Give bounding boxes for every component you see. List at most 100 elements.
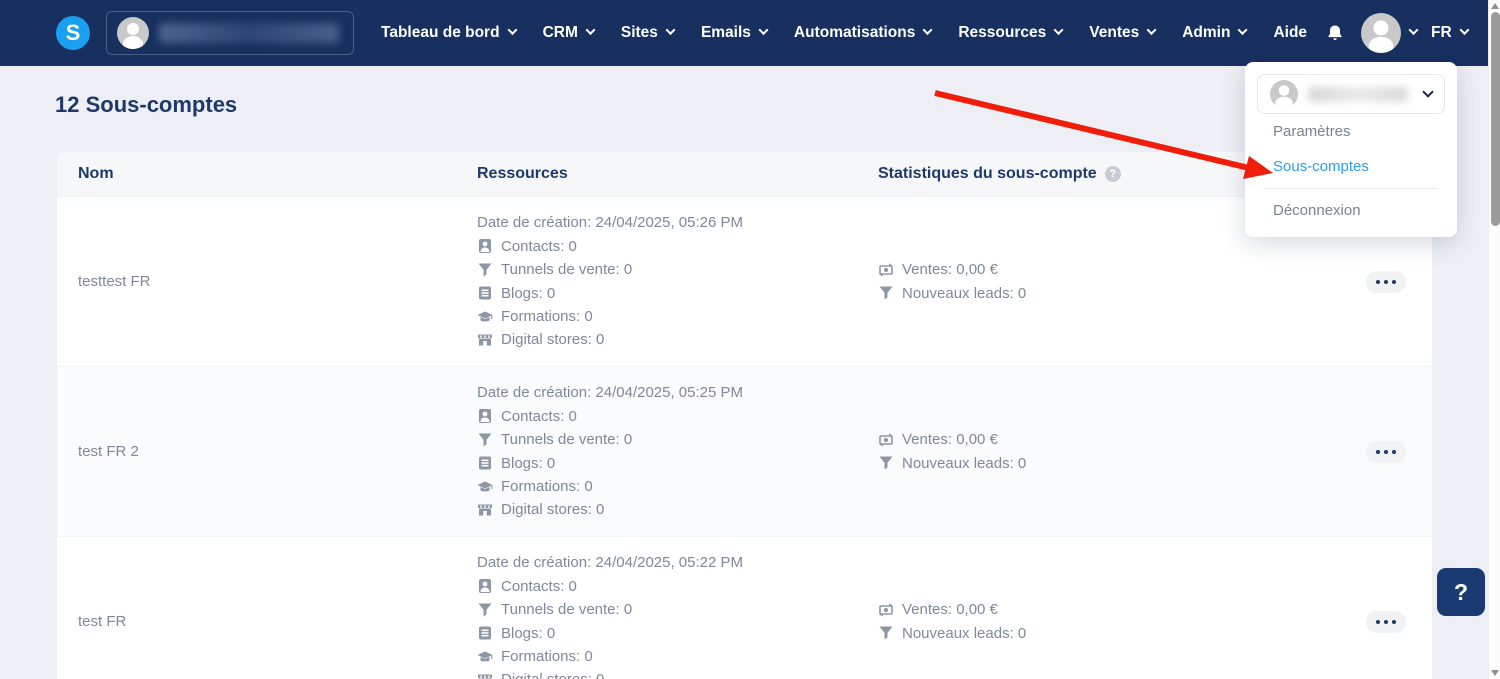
funnels-count: Tunnels de vente: 0	[501, 261, 633, 279]
blog-icon	[477, 285, 493, 301]
contacts-count: Contacts: 0	[501, 407, 577, 425]
chevron-down-icon	[665, 25, 676, 36]
row-actions-button[interactable]	[1366, 440, 1406, 463]
courses-count: Formations: 0	[501, 307, 593, 325]
nav-label: Tableau de bord	[381, 24, 500, 41]
scroll-up-arrow-icon[interactable]	[1491, 3, 1499, 9]
store-icon	[477, 672, 493, 679]
subaccounts-table: Nom Ressources Statistiques du sous-comp…	[57, 152, 1432, 679]
workspace-name-redacted	[159, 23, 339, 43]
page-title: 12 Sous-comptes	[55, 92, 238, 117]
funnel-icon	[878, 625, 894, 641]
main-nav: Tableau de bord CRM Sites Emails Automat…	[354, 13, 1470, 53]
menu-item-parametres[interactable]: Paramètres	[1245, 114, 1457, 149]
notifications-bell-icon[interactable]	[1325, 23, 1345, 43]
chevron-down-icon	[758, 25, 769, 36]
courses-count: Formations: 0	[501, 647, 593, 665]
scroll-down-arrow-icon[interactable]	[1491, 670, 1499, 676]
creation-date: Date de création: 24/04/2025, 05:22 PM	[477, 554, 744, 572]
chevron-down-icon	[922, 25, 933, 36]
nav-label: Admin	[1182, 24, 1231, 41]
stores-count: Digital stores: 0	[501, 331, 605, 349]
chevron-down-icon	[507, 25, 518, 36]
table-header-row: Nom Ressources Statistiques du sous-comp…	[57, 152, 1432, 196]
nav-emails[interactable]: Emails	[700, 24, 769, 42]
language-code: FR	[1431, 24, 1452, 41]
funnel-icon	[477, 602, 493, 618]
vertical-scrollbar[interactable]	[1488, 0, 1500, 679]
nav-aide[interactable]: Aide	[1273, 24, 1307, 42]
funnel-icon	[878, 455, 894, 471]
nav-ressources[interactable]: Ressources	[958, 24, 1064, 42]
funnels-count: Tunnels de vente: 0	[501, 601, 633, 619]
chevron-down-icon	[1238, 25, 1248, 36]
language-selector[interactable]: FR	[1431, 24, 1470, 42]
nav-label: Emails	[700, 24, 751, 41]
nav-ventes[interactable]: Ventes	[1089, 24, 1157, 42]
store-icon	[477, 332, 493, 348]
graduation-cap-icon	[477, 649, 493, 665]
money-icon	[878, 432, 894, 448]
leads-value: Nouveaux leads: 0	[902, 284, 1027, 302]
header-statistiques-label: Statistiques du sous-compte	[878, 165, 1097, 182]
chevron-down-icon	[1146, 25, 1157, 36]
subaccount-name: testtest FR	[78, 273, 151, 290]
nav-automatisations[interactable]: Automatisations	[794, 24, 933, 42]
creation-date: Date de création: 24/04/2025, 05:25 PM	[477, 384, 744, 402]
help-button[interactable]: ?	[1437, 568, 1485, 616]
nav-admin[interactable]: Admin	[1182, 24, 1248, 42]
user-menu-trigger[interactable]	[1361, 13, 1419, 53]
funnels-count: Tunnels de vente: 0	[501, 431, 633, 449]
graduation-cap-icon	[477, 309, 493, 325]
workspace-avatar-icon	[117, 17, 149, 49]
money-icon	[878, 602, 894, 618]
blogs-count: Blogs: 0	[501, 454, 556, 472]
nav-label: Ventes	[1089, 24, 1140, 41]
contacts-count: Contacts: 0	[501, 237, 577, 255]
nav-sites[interactable]: Sites	[621, 24, 676, 42]
creation-date: Date de création: 24/04/2025, 05:26 PM	[477, 214, 744, 232]
header-ressources: Ressources	[477, 165, 568, 182]
subaccount-name: test FR	[78, 613, 127, 630]
blog-icon	[477, 625, 493, 641]
sales-value: Ventes: 0,00 €	[902, 261, 998, 279]
table-row: test FR 2 Date de création: 24/04/2025, …	[57, 366, 1432, 536]
header-nom: Nom	[78, 165, 114, 182]
systeme-logo[interactable]: S	[56, 16, 90, 50]
user-avatar-icon	[1361, 13, 1402, 53]
user-dropdown-menu: Paramètres Sous-comptes Déconnexion	[1245, 62, 1457, 237]
scrollbar-thumb[interactable]	[1490, 12, 1500, 226]
contacts-icon	[477, 238, 493, 254]
row-actions-button[interactable]	[1366, 270, 1406, 293]
leads-value: Nouveaux leads: 0	[902, 454, 1027, 472]
menu-item-sous-comptes[interactable]: Sous-comptes	[1245, 149, 1457, 184]
chevron-down-icon	[1422, 86, 1434, 98]
nav-label: Ressources	[958, 24, 1047, 41]
subaccount-name: test FR 2	[78, 443, 139, 460]
header-statistiques: Statistiques du sous-compte ?	[878, 165, 1258, 183]
row-actions-button[interactable]	[1366, 610, 1406, 633]
stats-cell: Ventes: 0,00 € Nouveaux leads: 0	[878, 598, 1258, 645]
money-icon	[878, 262, 894, 278]
contacts-icon	[477, 408, 493, 424]
nav-tableau-de-bord[interactable]: Tableau de bord	[381, 24, 518, 42]
info-icon[interactable]: ?	[1104, 166, 1121, 182]
stores-count: Digital stores: 0	[501, 501, 605, 519]
nav-label: CRM	[542, 24, 578, 41]
store-icon	[477, 502, 493, 518]
resources-cell: Date de création: 24/04/2025, 05:25 PM C…	[477, 381, 878, 521]
contacts-icon	[477, 578, 493, 594]
menu-item-deconnexion[interactable]: Déconnexion	[1245, 193, 1457, 228]
blog-icon	[477, 455, 493, 471]
chevron-down-icon	[1408, 25, 1419, 36]
contacts-count: Contacts: 0	[501, 577, 577, 595]
workspace-selector[interactable]	[106, 11, 354, 55]
sales-value: Ventes: 0,00 €	[902, 431, 998, 449]
stores-count: Digital stores: 0	[501, 668, 604, 679]
account-switcher[interactable]	[1257, 74, 1445, 114]
account-avatar-icon	[1270, 80, 1298, 108]
menu-divider	[1265, 188, 1437, 189]
app-window: S Tableau de bord CRM Sites Emails Autom…	[0, 0, 1500, 679]
nav-crm[interactable]: CRM	[542, 24, 596, 42]
stats-cell: Ventes: 0,00 € Nouveaux leads: 0	[878, 258, 1258, 305]
